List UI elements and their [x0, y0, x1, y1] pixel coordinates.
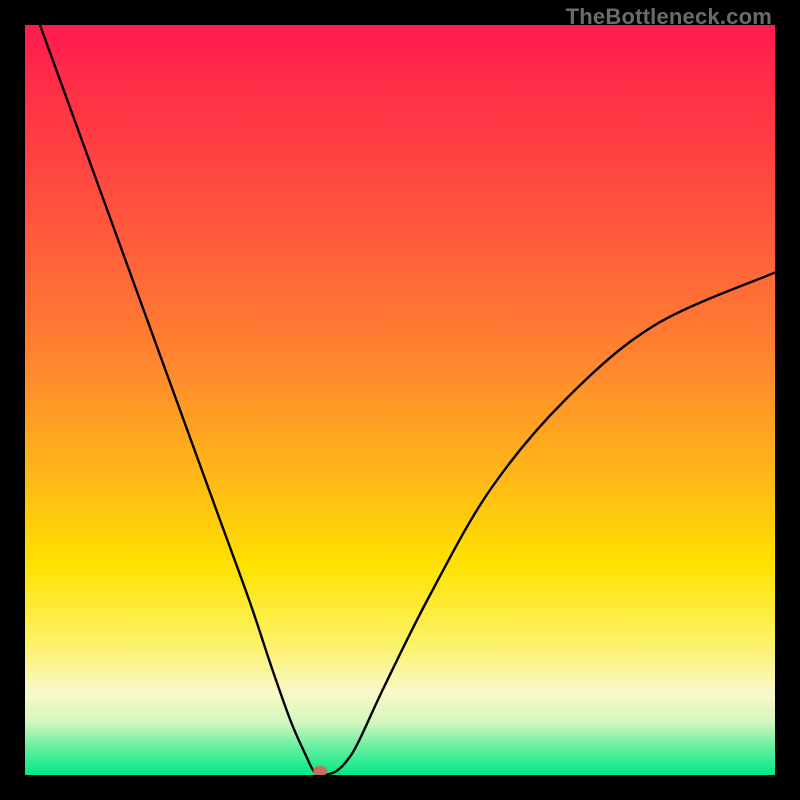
watermark-text: TheBottleneck.com [566, 4, 772, 30]
bottleneck-curve [25, 25, 775, 775]
optimum-marker [313, 766, 327, 775]
chart-frame: TheBottleneck.com [0, 0, 800, 800]
plot-area [25, 25, 775, 775]
